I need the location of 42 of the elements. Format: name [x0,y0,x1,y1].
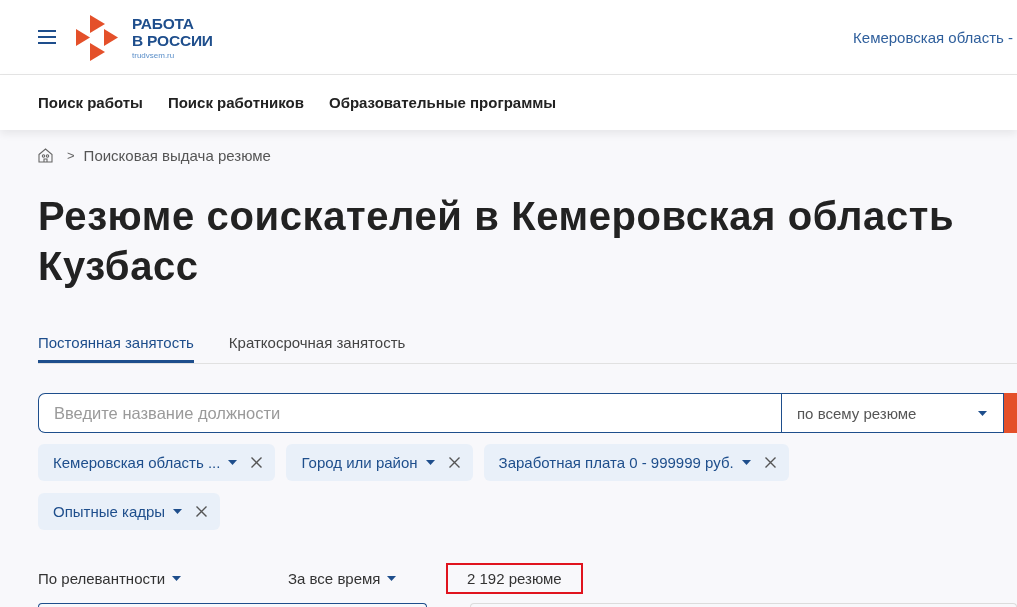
remove-filter-button[interactable] [194,504,210,519]
close-icon [448,457,460,468]
result-count: 2 192 резюме [446,563,583,594]
sort-dropdown[interactable]: За все время [288,570,397,587]
caret-icon [425,460,435,465]
caret-icon [978,410,987,416]
filter-dropdown[interactable]: Заработная плата 0 - 999999 руб. [498,454,751,471]
logo-text: РАБОТА [132,15,195,32]
breadcrumb-separator: > [67,147,75,163]
nav-link[interactable]: Поиск работы [38,94,143,111]
logo-icon [75,15,118,61]
scope-dropdown[interactable]: по всему резюме [781,393,1004,433]
filter-dropdown[interactable]: Кемеровская область ... [53,454,238,471]
home-icon [38,147,53,163]
filter-dropdown[interactable]: Опытные кадры [53,503,183,520]
close-icon [251,457,263,468]
home-link[interactable] [38,147,53,163]
breadcrumb-current: Поисковая выдача резюме [83,146,271,164]
caret-icon [228,460,238,465]
nav-link[interactable]: Образовательные программы [328,94,557,111]
logo-text: В РОССИИ [132,32,213,49]
search-field[interactable]: Введите название должности [38,393,781,433]
caret-icon [741,460,751,465]
close-icon [196,506,208,517]
remove-filter-button[interactable] [446,455,462,470]
sort-dropdown[interactable]: По релевантности [38,570,182,587]
caret-icon [173,509,183,514]
tab[interactable]: Постоянная занятость [38,326,194,363]
caret-icon [172,576,182,581]
nav-link[interactable]: Поиск работников [167,94,304,111]
site-logo[interactable]: РАБОТА В РОССИИ trudvsem.ru [75,13,213,61]
caret-icon [387,576,397,581]
close-icon [764,457,776,468]
region-link[interactable]: Кемеровская область - [853,28,1013,46]
tab[interactable]: Краткосрочная занятость [228,326,406,363]
remove-filter-button[interactable] [249,455,265,470]
menu-button[interactable] [38,30,56,44]
menu-icon [38,30,56,44]
page-title: Резюме соискателей в Кемеровская область Кузбасс [38,193,956,290]
filter-dropdown[interactable]: Город или район [301,454,435,471]
remove-filter-button[interactable] [762,455,778,470]
logo-domain: trudvsem.ru [132,50,176,61]
